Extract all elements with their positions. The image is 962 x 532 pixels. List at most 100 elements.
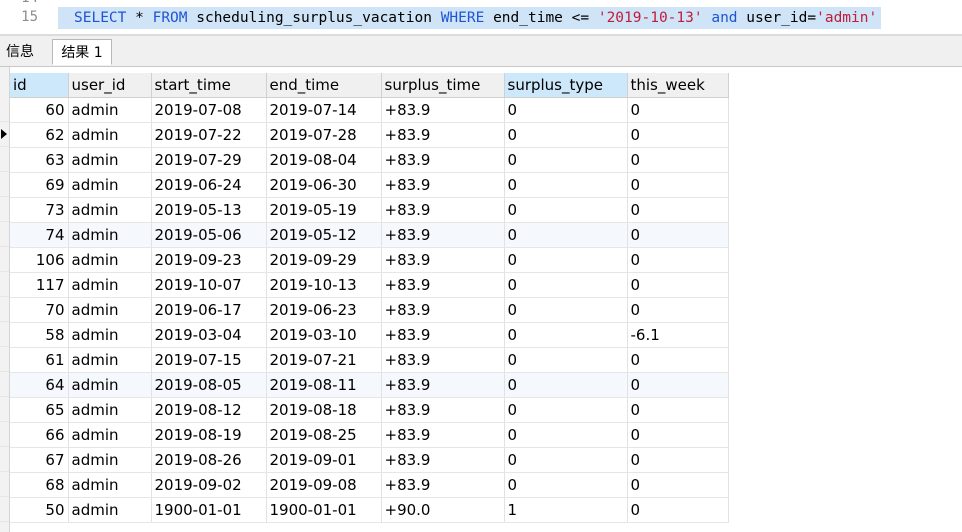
table-row[interactable]: 106 admin 2019-09-23 2019-09-29 +83.9 0 0 [10,247,729,273]
cell-surplus-time[interactable]: +83.9 [381,472,505,498]
cell-surplus-type[interactable]: 0 [504,147,628,173]
cell-surplus-time[interactable]: +83.9 [381,197,505,223]
cell-end-time[interactable]: 2019-09-08 [266,472,382,498]
row-header-cell[interactable] [0,97,9,122]
cell-surplus-type[interactable]: 0 [504,472,628,498]
cell-start-time[interactable]: 2019-07-29 [151,147,267,173]
cell-surplus-type[interactable]: 0 [504,172,628,198]
row-header-cell[interactable] [0,447,9,472]
cell-this-week[interactable]: 0 [627,172,729,198]
cell-surplus-type[interactable]: 0 [504,322,628,348]
result-grid[interactable]: id user_id start_time end_time surplus_time s… [0,67,962,532]
row-header-cell[interactable] [0,422,9,447]
cell-this-week[interactable]: 0 [627,347,729,373]
cell-surplus-type[interactable]: 1 [504,497,628,523]
cell-id[interactable]: 73 [10,197,69,223]
cell-this-week[interactable]: 0 [627,272,729,298]
cell-id[interactable]: 64 [10,372,69,398]
row-header-cell[interactable] [0,322,9,347]
table-row[interactable]: 74 admin 2019-05-06 2019-05-12 +83.9 0 0 [10,222,729,248]
cell-this-week[interactable]: 0 [627,297,729,323]
cell-id[interactable]: 70 [10,297,69,323]
cell-start-time[interactable]: 2019-08-26 [151,447,267,473]
cell-id[interactable]: 63 [10,147,69,173]
table-row[interactable]: 50 admin 1900-01-01 1900-01-01 +90.0 1 0 [10,497,729,523]
cell-surplus-time[interactable]: +83.9 [381,222,505,248]
cell-this-week[interactable]: -6.1 [627,322,729,348]
cell-start-time[interactable]: 2019-06-24 [151,172,267,198]
column-header-start-time[interactable]: start_time [151,73,267,98]
cell-id[interactable]: 74 [10,222,69,248]
cell-surplus-time[interactable]: +83.9 [381,347,505,373]
cell-start-time[interactable]: 2019-08-19 [151,422,267,448]
cell-end-time[interactable]: 2019-09-29 [266,247,382,273]
cell-this-week[interactable]: 0 [627,397,729,423]
table-row[interactable]: 117 admin 2019-10-07 2019-10-13 +83.9 0 0 [10,272,729,298]
cell-user-id[interactable]: admin [68,122,152,148]
cell-surplus-time[interactable]: +83.9 [381,322,505,348]
tab-result-1[interactable]: 结果 1 [52,39,112,65]
row-header-cell[interactable] [0,222,9,247]
cell-end-time[interactable]: 1900-01-01 [266,497,382,523]
cell-id[interactable]: 117 [10,272,69,298]
cell-user-id[interactable]: admin [68,347,152,373]
cell-end-time[interactable]: 2019-08-18 [266,397,382,423]
cell-id[interactable]: 58 [10,322,69,348]
cell-end-time[interactable]: 2019-05-19 [266,197,382,223]
cell-start-time[interactable]: 2019-09-02 [151,472,267,498]
cell-surplus-type[interactable]: 0 [504,397,628,423]
column-header-surplus-time[interactable]: surplus_time [381,73,505,98]
cell-surplus-time[interactable]: +83.9 [381,447,505,473]
column-header-user-id[interactable]: user_id [68,73,152,98]
table-row[interactable]: 65 admin 2019-08-12 2019-08-18 +83.9 0 0 [10,397,729,423]
row-header-cell[interactable] [0,197,9,222]
cell-end-time[interactable]: 2019-06-30 [266,172,382,198]
table-row[interactable]: 58 admin 2019-03-04 2019-03-10 +83.9 0 -6.1 [10,322,729,348]
row-header-cell[interactable] [0,272,9,297]
cell-surplus-time[interactable]: +83.9 [381,122,505,148]
sql-query-line[interactable]: SELECT * FROM scheduling_surplus_vacatio… [58,7,882,29]
cell-surplus-time[interactable]: +83.9 [381,247,505,273]
row-header-cell[interactable] [0,347,9,372]
cell-id[interactable]: 60 [10,97,69,123]
cell-surplus-type[interactable]: 0 [504,272,628,298]
table-row[interactable]: 70 admin 2019-06-17 2019-06-23 +83.9 0 0 [10,297,729,323]
cell-user-id[interactable]: admin [68,322,152,348]
table-row[interactable]: 73 admin 2019-05-13 2019-05-19 +83.9 0 0 [10,197,729,223]
cell-user-id[interactable]: admin [68,172,152,198]
cell-this-week[interactable]: 0 [627,472,729,498]
cell-id[interactable]: 50 [10,497,69,523]
cell-id[interactable]: 65 [10,397,69,423]
cell-start-time[interactable]: 1900-01-01 [151,497,267,523]
row-header-cell[interactable] [0,497,9,522]
cell-start-time[interactable]: 2019-07-22 [151,122,267,148]
column-header-this-week[interactable]: this_week [627,73,729,98]
cell-surplus-time[interactable]: +83.9 [381,147,505,173]
cell-surplus-type[interactable]: 0 [504,447,628,473]
cell-surplus-type[interactable]: 0 [504,247,628,273]
cell-this-week[interactable]: 0 [627,447,729,473]
result-table[interactable]: id user_id start_time end_time surplus_time s… [10,73,729,523]
column-header-surplus-type[interactable]: surplus_type [504,73,628,98]
cell-start-time[interactable]: 2019-06-17 [151,297,267,323]
cell-surplus-type[interactable]: 0 [504,422,628,448]
cell-surplus-type[interactable]: 0 [504,347,628,373]
row-header-cell[interactable] [0,172,9,197]
cell-surplus-type[interactable]: 0 [504,372,628,398]
cell-surplus-time[interactable]: +83.9 [381,97,505,123]
cell-start-time[interactable]: 2019-07-08 [151,97,267,123]
table-row[interactable]: 64 admin 2019-08-05 2019-08-11 +83.9 0 0 [10,372,729,398]
cell-surplus-time[interactable]: +83.9 [381,397,505,423]
cell-user-id[interactable]: admin [68,472,152,498]
cell-user-id[interactable]: admin [68,497,152,523]
cell-start-time[interactable]: 2019-05-13 [151,197,267,223]
cell-this-week[interactable]: 0 [627,97,729,123]
cell-start-time[interactable]: 2019-05-06 [151,222,267,248]
sql-editor[interactable]: 14 15 SELECT * FROM scheduling_surplus_v… [0,0,962,36]
table-row[interactable]: 62 admin 2019-07-22 2019-07-28 +83.9 0 0 [10,122,729,148]
row-header-cell[interactable] [0,247,9,272]
cell-end-time[interactable]: 2019-10-13 [266,272,382,298]
cell-this-week[interactable]: 0 [627,497,729,523]
cell-id[interactable]: 61 [10,347,69,373]
cell-start-time[interactable]: 2019-10-07 [151,272,267,298]
